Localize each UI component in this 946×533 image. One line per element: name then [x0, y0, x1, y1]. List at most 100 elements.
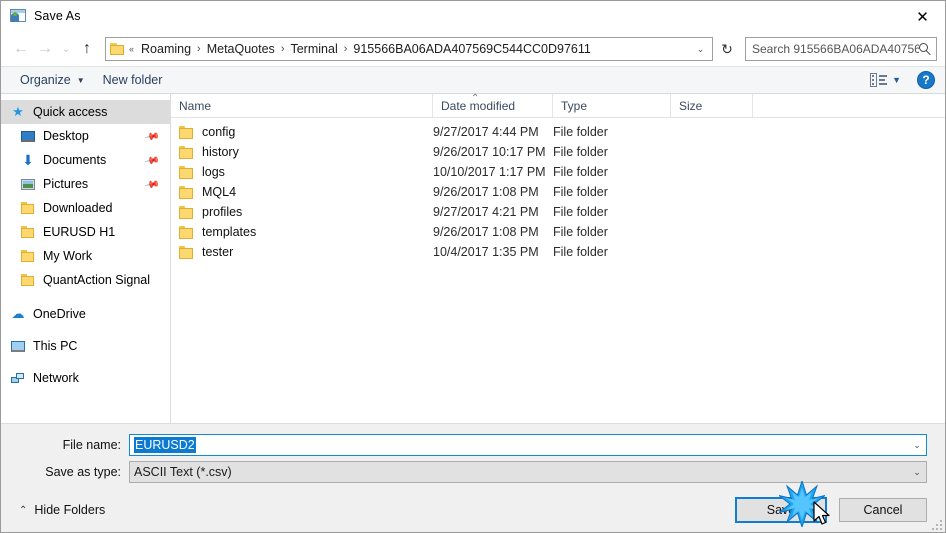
table-row[interactable]: config 9/27/2017 4:44 PM File folder: [171, 122, 945, 142]
back-button[interactable]: ←: [9, 37, 33, 61]
sidebar-item-documents[interactable]: ⬇ Documents 📌: [1, 148, 170, 172]
file-name-value: EURUSD2: [134, 437, 196, 453]
table-row[interactable]: tester 10/4/2017 1:35 PM File folder: [171, 242, 945, 262]
file-date-modified: 10/10/2017 1:17 PM: [433, 165, 546, 179]
column-header-name[interactable]: Name: [171, 94, 433, 117]
folder-icon: [179, 165, 194, 179]
navigation-sidebar: ★ Quick access Desktop 📌 ⬇ Documents 📌 P…: [1, 94, 171, 423]
sidebar-item-label: Documents: [43, 153, 107, 167]
file-name: profiles: [202, 205, 243, 219]
chevron-down-icon: ▼: [76, 75, 85, 85]
sidebar-item-label: Network: [33, 371, 79, 385]
sidebar-item-label: EURUSD H1: [43, 225, 116, 239]
file-type: File folder: [553, 185, 608, 199]
chevron-down-icon[interactable]: ⌄: [691, 38, 710, 60]
file-type: File folder: [553, 165, 608, 179]
column-header-filler: [753, 94, 945, 117]
folder-icon: [179, 125, 194, 139]
table-row[interactable]: logs 10/10/2017 1:17 PM File folder: [171, 162, 945, 182]
breadcrumb-metaquotes[interactable]: MetaQuotes: [202, 42, 280, 56]
search-input[interactable]: Search 915566BA06ADA40756...: [745, 37, 937, 61]
sidebar-item-label: Downloaded: [43, 201, 113, 215]
column-header-type[interactable]: Type: [553, 94, 671, 117]
new-folder-button[interactable]: New folder: [94, 70, 172, 90]
file-name-input[interactable]: EURUSD2 ⌄: [129, 434, 927, 456]
star-icon: ★: [12, 104, 24, 119]
sidebar-item-desktop[interactable]: Desktop 📌: [1, 124, 170, 148]
file-name-row: File name: EURUSD2 ⌄: [1, 434, 927, 456]
breadcrumb-roaming[interactable]: Roaming: [136, 42, 196, 56]
documents-icon: ⬇: [22, 152, 34, 168]
save-as-dialog: Save As ✕ ← → ⌄ ↑ « Roaming › MetaQuotes…: [0, 0, 946, 533]
folder-icon: [19, 274, 37, 286]
up-button[interactable]: ↑: [75, 37, 99, 61]
save-form: File name: EURUSD2 ⌄ Save as type: ASCII…: [1, 423, 945, 488]
hide-folders-button[interactable]: ⌃ Hide Folders: [11, 503, 105, 517]
file-type: File folder: [553, 205, 608, 219]
sidebar-item-quick-access[interactable]: ★ Quick access: [1, 100, 170, 124]
onedrive-icon: ☁: [11, 306, 25, 321]
chevron-down-icon[interactable]: ⌄: [908, 462, 926, 482]
recent-locations-button[interactable]: ⌄: [57, 37, 75, 61]
organize-label: Organize: [20, 73, 71, 87]
sidebar-item-label: Quick access: [33, 105, 108, 119]
breadcrumb-terminal[interactable]: Terminal: [285, 42, 342, 56]
address-bar[interactable]: « Roaming › MetaQuotes › Terminal › 9155…: [105, 37, 713, 61]
file-date-modified: 9/26/2017 1:08 PM: [433, 185, 539, 199]
breadcrumb-overflow[interactable]: «: [127, 44, 136, 54]
save-button[interactable]: Save: [735, 497, 827, 523]
sidebar-item-this-pc[interactable]: This PC: [1, 334, 170, 358]
save-as-type-label: Save as type:: [45, 465, 121, 479]
folder-icon: [110, 42, 125, 56]
file-type: File folder: [553, 245, 608, 259]
refresh-button[interactable]: ↻: [715, 37, 739, 61]
file-list-pane: Name Date modified Type Size ⌃ config 9/…: [171, 94, 945, 423]
column-header-size[interactable]: Size: [671, 94, 753, 117]
file-list: config 9/27/2017 4:44 PM File folder his…: [171, 118, 945, 423]
sidebar-item-onedrive[interactable]: ☁ OneDrive: [1, 302, 170, 326]
column-header-date-modified[interactable]: Date modified: [433, 94, 553, 117]
sidebar-item-label: Desktop: [43, 129, 89, 143]
desktop-icon: [19, 130, 37, 142]
view-layout-icon[interactable]: [870, 73, 888, 87]
resize-grip[interactable]: [930, 518, 942, 530]
chevron-down-icon[interactable]: ⌄: [908, 435, 926, 455]
sidebar-item-network[interactable]: Network: [1, 366, 170, 390]
close-icon[interactable]: ✕: [900, 1, 945, 32]
cancel-button[interactable]: Cancel: [839, 498, 927, 522]
dialog-body: ★ Quick access Desktop 📌 ⬇ Documents 📌 P…: [1, 94, 945, 423]
forward-button[interactable]: →: [33, 37, 57, 61]
sidebar-item-my-work[interactable]: My Work: [1, 244, 170, 268]
new-folder-label: New folder: [102, 73, 163, 87]
folder-icon: [179, 225, 194, 239]
sidebar-item-pictures[interactable]: Pictures 📌: [1, 172, 170, 196]
table-row[interactable]: MQL4 9/26/2017 1:08 PM File folder: [171, 182, 945, 202]
command-toolbar: Organize ▼ New folder ▼ ?: [1, 66, 945, 94]
sidebar-item-downloaded[interactable]: Downloaded: [1, 196, 170, 220]
file-date-modified: 9/26/2017 1:08 PM: [433, 225, 539, 239]
table-row[interactable]: profiles 9/27/2017 4:21 PM File folder: [171, 202, 945, 222]
pictures-icon: [19, 178, 37, 190]
sidebar-item-eurusd-h1[interactable]: EURUSD H1: [1, 220, 170, 244]
file-name: MQL4: [202, 185, 237, 199]
file-name: config: [202, 125, 236, 139]
table-row[interactable]: templates 9/26/2017 1:08 PM File folder: [171, 222, 945, 242]
table-row[interactable]: history 9/26/2017 10:17 PM File folder: [171, 142, 945, 162]
organize-button[interactable]: Organize ▼: [11, 70, 94, 90]
breadcrumb-terminal-id[interactable]: 915566BA06ADA407569C544CC0D97611: [348, 42, 595, 56]
sidebar-item-label: My Work: [43, 249, 93, 263]
save-as-type-row: Save as type: ASCII Text (*.csv) ⌄: [1, 461, 927, 483]
search-icon: [919, 42, 932, 56]
view-options-chevron-down-icon[interactable]: ▼: [892, 75, 901, 85]
network-icon: [9, 372, 27, 384]
file-name: logs: [202, 165, 225, 179]
sidebar-item-quantaction-signal[interactable]: QuantAction Signal: [1, 268, 170, 292]
pin-icon: 📌: [143, 177, 160, 194]
window-title: Save As: [34, 9, 81, 23]
save-as-type-select[interactable]: ASCII Text (*.csv) ⌄: [129, 461, 927, 483]
file-name: templates: [202, 225, 257, 239]
navigation-bar: ← → ⌄ ↑ « Roaming › MetaQuotes › Termina…: [1, 32, 945, 66]
file-date-modified: 9/27/2017 4:21 PM: [433, 205, 539, 219]
help-button[interactable]: ?: [917, 71, 935, 89]
file-date-modified: 10/4/2017 1:35 PM: [433, 245, 539, 259]
